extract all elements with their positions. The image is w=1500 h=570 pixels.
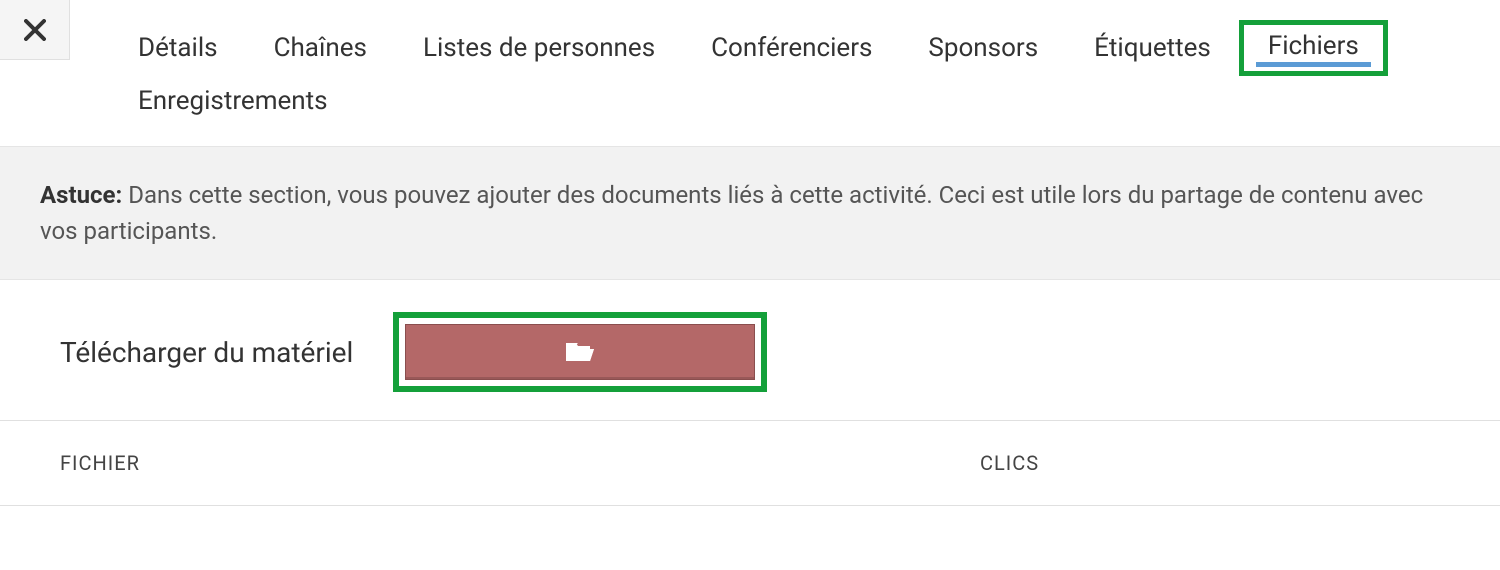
folder-open-icon xyxy=(564,339,596,365)
tip-prefix: Astuce: xyxy=(40,181,122,209)
tab-listes-personnes[interactable]: Listes de personnes xyxy=(395,23,683,73)
tab-bar: Détails Chaînes Listes de personnes Conf… xyxy=(70,0,1500,146)
tab-etiquettes[interactable]: Étiquettes xyxy=(1066,23,1239,73)
tab-sponsors[interactable]: Sponsors xyxy=(900,23,1066,73)
tab-chaines[interactable]: Chaînes xyxy=(246,23,395,73)
upload-button[interactable] xyxy=(405,324,755,380)
upload-row: Télécharger du matériel xyxy=(0,280,1500,421)
tab-details[interactable]: Détails xyxy=(110,23,246,73)
close-button[interactable] xyxy=(0,0,70,60)
tab-fichiers[interactable]: Fichiers xyxy=(1239,20,1388,76)
tab-enregistrements[interactable]: Enregistrements xyxy=(110,76,356,126)
close-icon xyxy=(24,19,46,41)
column-header-file: FICHIER xyxy=(60,451,980,475)
tab-conferenciers[interactable]: Conférenciers xyxy=(683,23,900,73)
upload-highlight xyxy=(393,312,767,392)
column-header-clicks: CLICS xyxy=(980,451,1440,475)
topbar: Détails Chaînes Listes de personnes Conf… xyxy=(0,0,1500,147)
tip-text: Dans cette section, vous pouvez ajouter … xyxy=(40,181,1423,245)
upload-label: Télécharger du matériel xyxy=(60,336,353,369)
tip-section: Astuce: Dans cette section, vous pouvez … xyxy=(0,147,1500,280)
table-header: FICHIER CLICS xyxy=(0,421,1500,506)
